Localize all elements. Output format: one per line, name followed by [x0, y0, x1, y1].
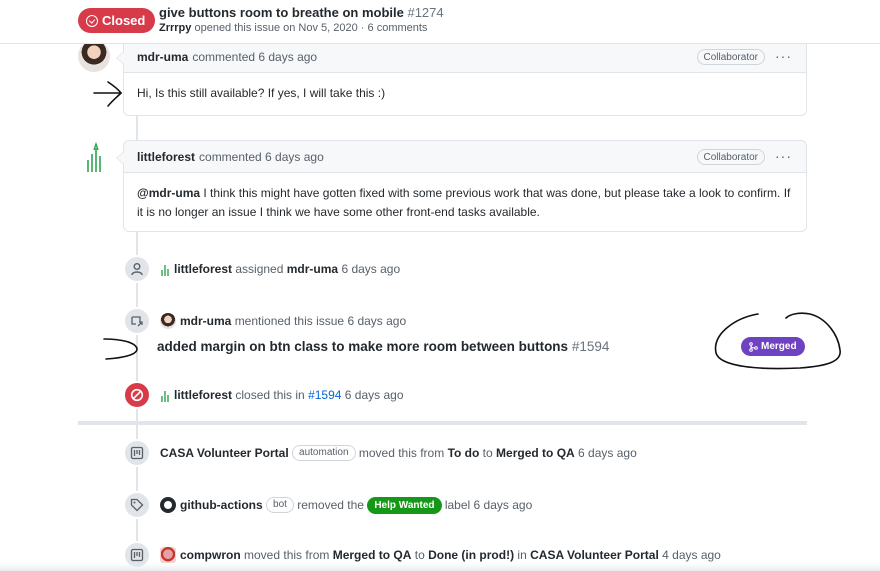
actor-link[interactable]: littleforest: [174, 388, 232, 402]
event-badge: [123, 255, 151, 283]
merged-badge: Merged: [741, 337, 805, 356]
closing-pr-link[interactable]: #1594: [308, 388, 341, 402]
avatar-mdr-uma-small[interactable]: [160, 313, 176, 329]
column-to: Done (in prod!): [428, 548, 515, 562]
comment-header: littleforest commented 6 days ago Collab…: [116, 141, 806, 173]
mention-link[interactable]: @mdr-uma: [137, 186, 200, 200]
collaborator-badge: Collaborator: [696, 149, 765, 165]
kebab-menu-icon[interactable]: ···: [775, 149, 792, 163]
event-verb: moved this from: [244, 548, 330, 562]
column-from: Merged to QA: [332, 548, 412, 562]
comment-text: I think this might have gotten fixed wit…: [137, 186, 791, 219]
tag-icon: [130, 498, 144, 512]
avatar-mdr-uma[interactable]: [78, 40, 110, 72]
event-time[interactable]: 6 days ago: [341, 262, 400, 276]
actor-link[interactable]: mdr-uma: [180, 314, 231, 328]
event-mentioned: mdr-uma mentioned this issue 6 days ago: [123, 307, 406, 335]
event-to-word: to: [482, 446, 493, 460]
actor-link[interactable]: compwron: [180, 548, 241, 562]
ref-title-text[interactable]: added margin on btn class to make more r…: [157, 339, 568, 354]
event-badge-closed: [123, 381, 151, 409]
issue-sticky-header: Closed give buttons room to breathe on m…: [0, 0, 880, 44]
project-icon: [130, 446, 144, 460]
event-time[interactable]: 6 days ago: [347, 314, 406, 328]
comment-timestamp[interactable]: commented 6 days ago: [192, 50, 317, 64]
cross-reference-icon: [131, 316, 143, 327]
github-actions-avatar-icon[interactable]: [160, 497, 176, 513]
event-project-moved: CASA Volunteer Portal automation moved t…: [123, 439, 637, 467]
actor-link[interactable]: littleforest: [174, 262, 232, 276]
event-time[interactable]: 4 days ago: [662, 548, 721, 562]
project-icon: [130, 548, 144, 562]
issue-meta: Zrrrpy opened this issue on Nov 5, 2020 …: [159, 22, 427, 34]
event-time[interactable]: 6 days ago: [578, 446, 637, 460]
comment-header: mdr-uma commented 6 days ago Collaborato…: [116, 41, 806, 73]
event-in-word: in: [517, 548, 527, 562]
state-badge-closed: Closed: [78, 8, 156, 33]
issue-number: #1274: [407, 5, 444, 20]
timeline-divider: [78, 421, 807, 425]
help-wanted-label[interactable]: Help Wanted: [367, 496, 442, 514]
collaborator-badge: Collaborator: [696, 49, 765, 65]
column-from: To do: [447, 446, 480, 460]
compwron-avatar-icon[interactable]: [160, 547, 176, 563]
comment-author-link[interactable]: littleforest: [137, 150, 195, 164]
issue-opener-link[interactable]: Zrrrpy: [159, 22, 191, 34]
avatar-littleforest[interactable]: [84, 141, 106, 174]
event-badge: [123, 307, 151, 335]
git-merge-icon: [749, 341, 758, 352]
event-badge: [123, 439, 151, 467]
person-icon: [131, 263, 143, 276]
littleforest-avatar-icon[interactable]: [160, 262, 170, 277]
issue-title[interactable]: give buttons room to breathe on mobile #…: [159, 5, 444, 20]
issue-meta-text: opened this issue on Nov 5, 2020 · 6 com…: [194, 22, 428, 34]
comment-body: Hi, Is this still available? If yes, I w…: [124, 73, 806, 112]
issue-closed-icon: [86, 14, 98, 27]
event-verb: removed the: [297, 498, 364, 512]
timeline-line: [136, 116, 138, 140]
comment-body: @mdr-uma I think this might have gotten …: [124, 173, 806, 231]
cross-reference-title[interactable]: added margin on btn class to make more r…: [157, 339, 609, 354]
event-label-removed: github-actions bot removed the Help Want…: [123, 491, 532, 519]
state-label: Closed: [102, 13, 146, 28]
project-link[interactable]: CASA Volunteer Portal: [530, 548, 659, 562]
handdrawn-arrow-icon: [93, 81, 123, 107]
event-closed: littleforest closed this in #1594 6 days…: [123, 381, 404, 409]
handdrawn-bracket-icon: [103, 338, 138, 360]
comment-mdr-uma: mdr-uma commented 6 days ago Collaborato…: [116, 40, 807, 116]
event-verb: closed this in: [235, 388, 305, 402]
event-verb: mentioned this issue: [234, 314, 345, 328]
event-verb: moved this from: [358, 446, 445, 460]
event-suffix: label 6 days ago: [444, 498, 533, 512]
comment-timestamp[interactable]: commented 6 days ago: [199, 150, 324, 164]
automation-chip: automation: [292, 445, 356, 461]
assignee-link[interactable]: mdr-uma: [287, 262, 338, 276]
event-assigned: littleforest assigned mdr-uma 6 days ago: [123, 255, 400, 283]
ref-number[interactable]: #1594: [572, 339, 610, 354]
merged-label: Merged: [761, 341, 797, 352]
bot-chip: bot: [266, 497, 294, 513]
comment-author-link[interactable]: mdr-uma: [137, 50, 188, 64]
event-time[interactable]: 6 days ago: [345, 388, 404, 402]
bottom-fade: [0, 563, 880, 571]
littleforest-logo-icon: [87, 141, 101, 172]
circle-slash-icon: [130, 388, 144, 402]
event-verb: assigned: [235, 262, 284, 276]
column-to: Merged to QA: [496, 446, 575, 460]
actor-link[interactable]: CASA Volunteer Portal: [160, 446, 289, 460]
event-badge: [123, 491, 151, 519]
comment-text: Hi, Is this still available? If yes, I w…: [137, 86, 386, 100]
comment-littleforest: littleforest commented 6 days ago Collab…: [116, 140, 807, 232]
littleforest-avatar-icon[interactable]: [160, 388, 170, 403]
kebab-menu-icon[interactable]: ···: [775, 49, 792, 63]
event-to-word: to: [414, 548, 425, 562]
actor-link[interactable]: github-actions: [180, 498, 263, 512]
issue-title-text[interactable]: give buttons room to breathe on mobile: [159, 5, 404, 20]
